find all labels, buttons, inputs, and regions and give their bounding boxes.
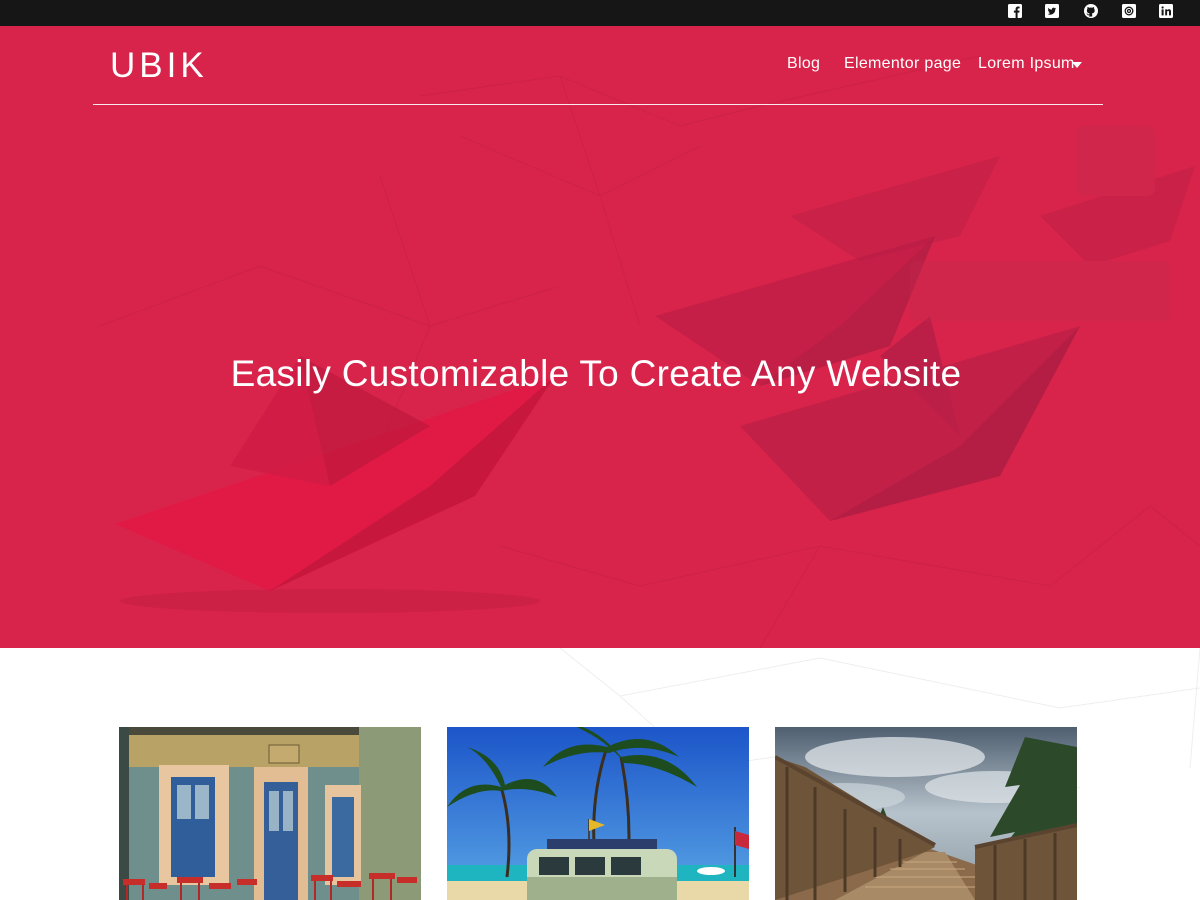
posts-section xyxy=(0,648,1200,900)
post-card-building[interactable] xyxy=(119,727,421,900)
hero-section: UBIK Blog Elementor page Lorem Ipsum Eas… xyxy=(0,26,1200,648)
email-icon[interactable] xyxy=(1122,4,1136,18)
post-image-boardwalk xyxy=(775,727,1077,900)
chevron-down-icon[interactable] xyxy=(1072,62,1082,68)
hero-headline: Easily Customizable To Create Any Websit… xyxy=(230,353,962,394)
github-icon[interactable] xyxy=(1084,4,1098,18)
facebook-icon[interactable] xyxy=(1008,4,1022,18)
nav-divider xyxy=(93,104,1103,105)
site-logo[interactable]: UBIK xyxy=(110,48,208,84)
nav-item-elementor-page[interactable]: Elementor page xyxy=(844,54,961,74)
hero-background-art xyxy=(99,55,1200,648)
nav-item-lorem-ipsum[interactable]: Lorem Ipsum xyxy=(978,54,1075,74)
social-top-bar xyxy=(0,0,1200,26)
post-card-boardwalk[interactable] xyxy=(775,727,1077,900)
post-image-beach xyxy=(447,727,749,900)
post-card-beach[interactable] xyxy=(447,727,749,900)
twitter-icon[interactable] xyxy=(1045,4,1059,18)
nav-item-blog[interactable]: Blog xyxy=(787,54,820,74)
linkedin-icon[interactable] xyxy=(1159,4,1173,18)
post-image-building xyxy=(119,727,421,900)
